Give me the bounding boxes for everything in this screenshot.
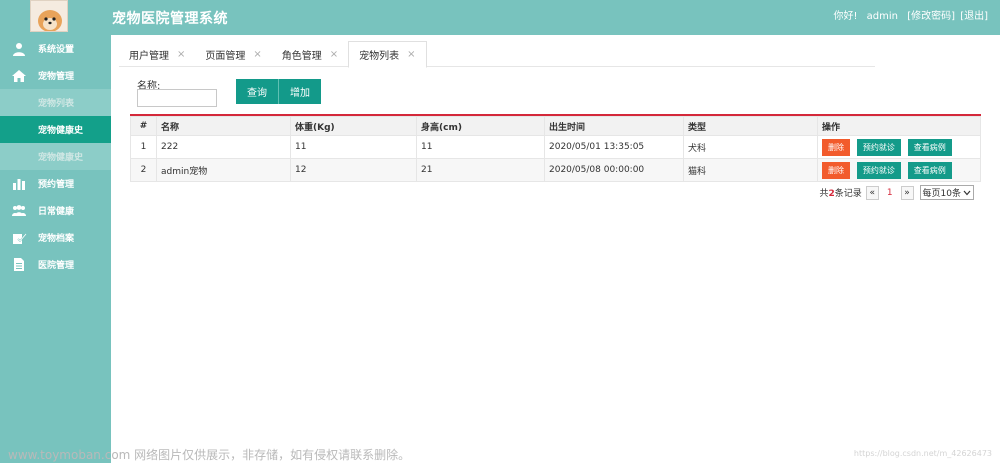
sidebar-item-label: 宠物健康史 [38,126,84,136]
column-header-birth-time: 出生时间 [544,116,684,136]
delete-button[interactable]: 删除 [822,161,850,179]
tab-label: 页面管理 [205,50,246,62]
cell-height: 21 [416,158,545,182]
logout-link[interactable]: [退出] [960,11,988,22]
view-case-button[interactable]: 查看病例 [907,161,952,179]
cell-type: 猫科 [683,158,818,182]
cell-actions: 删除 预约就诊 查看病例 [817,135,981,159]
sidebar-item-label: 医院管理 [38,261,75,271]
close-icon[interactable]: × [407,49,415,60]
home-icon [10,68,28,84]
avatar [30,0,68,32]
top-bar: 宠物医院管理系统 你好! admin [修改密码] [退出] [0,0,1000,35]
pet-table: # 名称 体重(Kg) 身高(cm) 出生时间 类型 操作 1 222 11 1… [130,114,981,182]
page-size-select[interactable]: 每页10条 [919,185,974,200]
next-page-button[interactable]: » [900,185,914,200]
user-icon [10,41,28,57]
greeting-text: 你好! [833,11,858,22]
column-header-actions: 操作 [817,116,981,136]
app-title: 宠物医院管理系统 [112,11,228,27]
record-count-suffix: 条记录 [834,189,862,199]
sidebar-item-pet-archive[interactable]: 宠物档案 [0,224,111,251]
tab-label: 角色管理 [281,50,322,62]
sidebar-item-label: 宠物健康史 [38,153,84,163]
cell-name: 222 [156,135,291,159]
cell-name: admin宠物 [156,158,291,182]
sidebar-subitem-pet-health-history[interactable]: 宠物健康史 [0,116,111,143]
user-menu: 你好! admin [修改密码] [退出] [827,7,988,22]
cell-index: 2 [130,158,157,182]
close-icon[interactable]: × [330,49,338,60]
document-icon [10,257,28,273]
cell-height: 11 [416,135,545,159]
cell-weight: 11 [290,135,417,159]
sidebar-subitem-pet-list[interactable]: 宠物列表 [0,89,111,116]
sidebar-subitem-pet-health-history-2[interactable]: 宠物健康史 [0,143,111,170]
table-row: 1 222 11 11 2020/05/01 13:35:05 犬科 删除 预约… [130,135,981,159]
sidebar-item-hospital-management[interactable]: 医院管理 [0,251,111,278]
prev-page-button[interactable]: « [865,185,879,200]
current-page[interactable]: 1 [887,188,893,198]
sidebar-item-label: 日常健康 [38,207,75,217]
tab-pet-list[interactable]: 宠物列表 × [348,41,427,68]
column-header-index: # [130,116,157,136]
cell-type: 犬科 [683,135,818,159]
column-header-type: 类型 [683,116,818,136]
column-header-weight: 体重(Kg) [290,116,417,136]
table-header-row: # 名称 体重(Kg) 身高(cm) 出生时间 类型 操作 [130,116,981,136]
sidebar-item-appointment[interactable]: 预约管理 [0,170,111,197]
chevron-down-icon [963,190,971,195]
edit-check-icon [10,230,28,246]
add-button[interactable]: 增加 [278,79,321,104]
sidebar-item-system-settings[interactable]: 系统设置 [0,35,111,62]
main-content: 用户管理 × 页面管理 × 角色管理 × 宠物列表 × 名称: 查询 增加 # … [111,35,1000,463]
query-button[interactable]: 查询 [236,79,278,104]
delete-button[interactable]: 删除 [822,138,850,156]
sidebar-item-label: 系统设置 [38,45,75,55]
watermark-url: https://blog.csdn.net/m_42626473 [853,449,992,458]
cell-birth-time: 2020/05/01 13:35:05 [544,135,684,159]
record-count-prefix: 共 [819,189,829,199]
bar-chart-icon [10,176,28,192]
sidebar-item-pet-management[interactable]: 宠物管理 [0,62,111,89]
view-case-button[interactable]: 查看病例 [907,138,952,156]
tab-page-management[interactable]: 页面管理 × [195,41,271,67]
column-header-height: 身高(cm) [416,116,545,136]
username-text: admin [866,11,898,22]
sidebar-item-daily-health[interactable]: 日常健康 [0,197,111,224]
cell-index: 1 [130,135,157,159]
tab-user-management[interactable]: 用户管理 × [119,41,195,67]
name-search-input[interactable] [137,89,217,107]
tab-role-management[interactable]: 角色管理 × [272,41,348,67]
tab-label: 宠物列表 [359,51,400,62]
tab-label: 用户管理 [129,50,169,62]
group-icon [10,203,28,219]
cell-birth-time: 2020/05/08 00:00:00 [544,158,684,182]
table-row: 2 admin宠物 12 21 2020/05/08 00:00:00 猫科 删… [130,158,981,182]
page-size-value: 每页10条 [922,189,961,199]
appointment-button[interactable]: 预约就诊 [856,161,901,179]
cell-weight: 12 [290,158,417,182]
appointment-button[interactable]: 预约就诊 [856,138,901,156]
tab-bar: 用户管理 × 页面管理 × 角色管理 × 宠物列表 × [119,41,875,68]
pagination: 共2条记录 « 1 » 每页10条 [820,185,974,200]
sidebar: 系统设置 宠物管理 宠物列表 宠物健康史 宠物健康史 预约管理 日常健康 宠物档… [0,35,111,463]
sidebar-item-label: 宠物档案 [38,234,75,244]
sidebar-item-label: 宠物列表 [38,99,75,109]
record-count: 共2条记录 [820,186,862,199]
search-button-group: 查询 增加 [236,79,321,104]
close-icon[interactable]: × [253,49,261,60]
sidebar-item-label: 预约管理 [38,180,75,190]
sidebar-item-label: 宠物管理 [38,72,75,82]
change-password-link[interactable]: [修改密码] [907,11,955,22]
column-header-name: 名称 [156,116,291,136]
cell-actions: 删除 预约就诊 查看病例 [817,158,981,182]
close-icon[interactable]: × [177,49,185,60]
watermark-text: www.toymoban.com 网络图片仅供展示，非存储，如有侵权请联系删除。 [8,448,411,462]
